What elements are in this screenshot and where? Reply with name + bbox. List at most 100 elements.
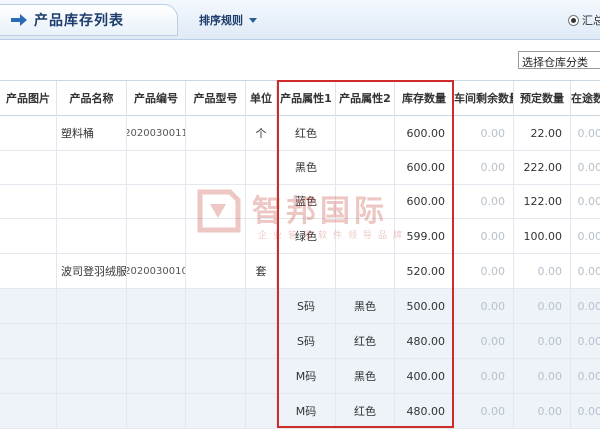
- col-stock-qty-cell: 600.00: [395, 116, 454, 150]
- col-stock-qty-cell: 600.00: [395, 150, 454, 184]
- col-stock-qty-cell: 600.00: [395, 184, 454, 218]
- col-stock-qty-header[interactable]: 库存数量: [395, 81, 454, 117]
- table-header: 产品图片 产品名称 产品编号 产品型号 单位 产品属性1 产品属性2 库存数量 车间剩余数量 预定…: [0, 80, 600, 117]
- col-reserved-qty-cell: 222.00: [514, 150, 571, 184]
- col-in-transit-cell: 0.00: [571, 254, 600, 288]
- col-attr1-header[interactable]: 产品属性1: [277, 81, 336, 117]
- table-row[interactable]: 黑色 600.00 0.00 222.00 0.00: [0, 150, 600, 185]
- col-attr2-header[interactable]: 产品属性2: [336, 81, 395, 117]
- col-stock-qty-cell: 400.00: [395, 359, 454, 393]
- col-reserved-qty-cell: 0.00: [514, 359, 571, 393]
- col-attr1-cell: S码: [277, 289, 336, 323]
- col-stock-qty-cell: 520.00: [395, 254, 454, 288]
- col-product-model-cell: [186, 324, 246, 358]
- col-reserved-qty-cell: 100.00: [514, 219, 571, 253]
- col-attr2-cell: [336, 254, 395, 288]
- col-attr1-cell: 红色: [277, 116, 336, 150]
- title-bar: 产品库存列表 排序规则 汇总: [0, 0, 600, 40]
- table-row[interactable]: 绿色 599.00 0.00 100.00 0.00: [0, 219, 600, 254]
- col-workshop-remaining-cell: 0.00: [454, 219, 514, 253]
- col-in-transit-cell: 0.00: [571, 150, 600, 184]
- warehouse-category-select[interactable]: 选择仓库分类: [518, 51, 600, 69]
- col-attr2-cell: 黑色: [336, 289, 395, 323]
- col-workshop-remaining-cell: 0.00: [454, 184, 514, 218]
- col-attr1-cell: M码: [277, 394, 336, 428]
- col-unit-cell: 套: [246, 254, 277, 288]
- col-attr2-cell: [336, 116, 395, 150]
- arrow-right-icon: [11, 14, 27, 26]
- col-product-image-cell: [0, 150, 57, 184]
- summary-radio[interactable]: 汇总: [568, 12, 600, 28]
- table-row[interactable]: 蓝色 600.00 0.00 122.00 0.00: [0, 184, 600, 219]
- col-product-image-cell: [0, 289, 57, 323]
- page-title-tab: 产品库存列表: [0, 4, 178, 36]
- col-in-transit-cell: 0.00: [571, 219, 600, 253]
- col-unit-header[interactable]: 单位: [246, 81, 277, 117]
- col-attr1-cell: 蓝色: [277, 184, 336, 218]
- col-workshop-remaining-cell: 0.00: [454, 324, 514, 358]
- table-row[interactable]: M码 黑色 400.00 0.00 0.00 0.00: [0, 359, 600, 394]
- col-in-transit-header[interactable]: 在途数量: [571, 81, 600, 117]
- radio-selected-icon: [568, 14, 579, 26]
- col-product-name-cell: [57, 219, 127, 253]
- col-product-model-cell: [186, 219, 246, 253]
- table-row[interactable]: 波司登羽绒服 2020030010 套 520.00 0.00 0.00 0.00: [0, 254, 600, 289]
- col-in-transit-cell: 0.00: [571, 324, 600, 358]
- col-product-code-cell: [127, 184, 186, 218]
- col-unit-cell: [246, 219, 277, 253]
- col-product-code-cell: [127, 394, 186, 428]
- col-attr1-cell: M码: [277, 359, 336, 393]
- col-product-code-cell: [127, 289, 186, 323]
- col-product-model-cell: [186, 116, 246, 150]
- col-product-model-cell: [186, 289, 246, 323]
- caret-down-icon: [249, 17, 257, 23]
- sort-rule-label: 排序规则: [199, 14, 243, 27]
- col-unit-cell: [246, 150, 277, 184]
- col-workshop-remaining-cell: 0.00: [454, 150, 514, 184]
- col-product-name-cell: [57, 150, 127, 184]
- col-product-name-cell: [57, 394, 127, 428]
- col-reserved-qty-header[interactable]: 预定数量: [514, 81, 571, 117]
- col-product-image-cell: [0, 116, 57, 150]
- col-workshop-remaining-cell: 0.00: [454, 394, 514, 428]
- col-unit-cell: 个: [246, 116, 277, 150]
- col-product-image-header[interactable]: 产品图片: [0, 81, 57, 117]
- col-product-name-cell: 波司登羽绒服: [57, 254, 127, 288]
- col-product-image-cell: [0, 359, 57, 393]
- col-workshop-remaining-cell: 0.00: [454, 116, 514, 150]
- col-product-code-cell: [127, 219, 186, 253]
- table-row[interactable]: M码 红色 480.00 0.00 0.00 0.00: [0, 394, 600, 429]
- col-unit-cell: [246, 289, 277, 323]
- sort-rule-menu[interactable]: 排序规则: [199, 12, 257, 28]
- col-unit-cell: [246, 324, 277, 358]
- col-product-image-cell: [0, 219, 57, 253]
- col-product-name-header[interactable]: 产品名称: [57, 81, 127, 117]
- col-reserved-qty-cell: 22.00: [514, 116, 571, 150]
- col-product-model-cell: [186, 359, 246, 393]
- table-row[interactable]: S码 红色 480.00 0.00 0.00 0.00: [0, 324, 600, 359]
- col-attr2-cell: 红色: [336, 394, 395, 428]
- col-product-name-cell: [57, 359, 127, 393]
- col-product-image-cell: [0, 394, 57, 428]
- summary-radio-label: 汇总: [582, 14, 600, 27]
- col-stock-qty-cell: 500.00: [395, 289, 454, 323]
- col-workshop-remaining-header[interactable]: 车间剩余数量: [454, 81, 514, 117]
- col-unit-cell: [246, 184, 277, 218]
- col-stock-qty-cell: 480.00: [395, 394, 454, 428]
- col-attr1-cell: 绿色: [277, 219, 336, 253]
- col-product-image-cell: [0, 324, 57, 358]
- col-attr2-cell: [336, 219, 395, 253]
- col-product-image-cell: [0, 254, 57, 288]
- col-product-code-cell: [127, 324, 186, 358]
- col-product-name-cell: 塑料桶: [57, 116, 127, 150]
- table-row[interactable]: S码 黑色 500.00 0.00 0.00 0.00: [0, 289, 600, 324]
- col-attr2-cell: [336, 184, 395, 218]
- table-row[interactable]: 塑料桶 2020030011 个红色 600.00 0.00 22.00 0.00: [0, 116, 600, 151]
- col-product-model-header[interactable]: 产品型号: [186, 81, 246, 117]
- col-product-code-cell: [127, 150, 186, 184]
- col-in-transit-cell: 0.00: [571, 394, 600, 428]
- col-product-code-header[interactable]: 产品编号: [127, 81, 186, 117]
- col-reserved-qty-cell: 0.00: [514, 254, 571, 288]
- col-in-transit-cell: 0.00: [571, 289, 600, 323]
- col-product-name-cell: [57, 289, 127, 323]
